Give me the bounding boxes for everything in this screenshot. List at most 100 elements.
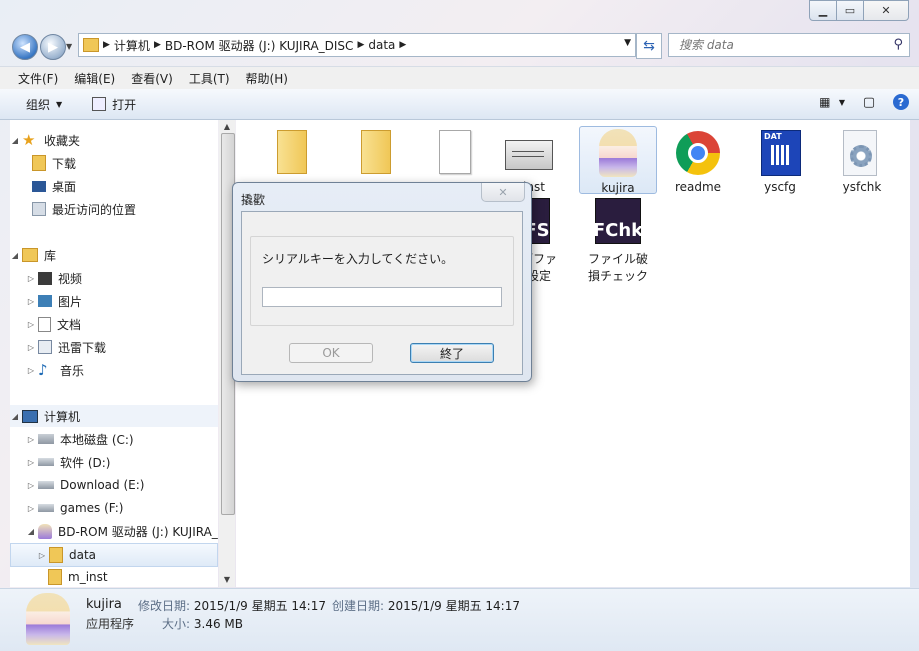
chevron-down-icon[interactable]: ▼ xyxy=(839,98,845,107)
menu-help[interactable]: 帮助(H) xyxy=(246,70,288,87)
breadcrumb-data[interactable]: data xyxy=(368,38,395,52)
maximize-icon: ▭ xyxy=(844,4,856,17)
navigation-pane: ◢ ★ 收藏夹 下载 桌面 最近访问的位置 ◢ 库 ▷ 视频 ▷ 图片 ▷ 文档… xyxy=(10,120,218,587)
sidebar-label: 本地磁盘 (C:) xyxy=(60,432,134,447)
file-label: kujira xyxy=(601,181,635,195)
sidebar-label: Download (E:) xyxy=(60,478,145,492)
sidebar-computer[interactable]: ◢ 计算机 xyxy=(10,405,218,427)
back-button[interactable]: ◀ xyxy=(12,34,38,60)
collapse-arrow-icon[interactable]: ▷ xyxy=(26,504,36,513)
close-icon: ✕ xyxy=(881,4,891,17)
sidebar-item-drive-j[interactable]: ◢ BD-ROM 驱动器 (J:) KUJIRA_ xyxy=(26,520,218,542)
close-button[interactable]: ✕ xyxy=(863,0,909,21)
collapse-arrow-icon[interactable]: ▷ xyxy=(37,551,47,560)
menu-edit[interactable]: 编辑(E) xyxy=(74,70,115,87)
breadcrumb-bd-rom[interactable]: BD-ROM 驱动器 (J:) KUJIRA_DISC xyxy=(165,37,354,54)
open-label: 打开 xyxy=(112,97,137,112)
details-file-type: 应用程序 xyxy=(86,617,135,631)
view-options-icon[interactable]: ▦ xyxy=(817,94,833,110)
menu-tools[interactable]: 工具(T) xyxy=(189,70,230,87)
sidebar-label: 下载 xyxy=(52,156,77,171)
collapse-arrow-icon[interactable]: ▷ xyxy=(26,343,36,352)
menu-view[interactable]: 查看(V) xyxy=(131,70,173,87)
scroll-down-icon[interactable]: ▼ xyxy=(219,575,235,584)
sidebar-item-desktop[interactable]: 桌面 xyxy=(30,175,76,197)
disc-app-icon xyxy=(38,523,52,539)
menu-bar: 文件(F) 编辑(E) 查看(V) 工具(T) 帮助(H) xyxy=(0,66,919,90)
sidebar-item-pictures[interactable]: ▷ 图片 xyxy=(26,290,82,312)
collapse-arrow-icon[interactable]: ▷ xyxy=(26,297,36,306)
sidebar-item-data[interactable]: ▷ data xyxy=(10,543,218,567)
file-label: ファイル破 xyxy=(587,252,648,266)
file-item[interactable] xyxy=(416,128,492,180)
explorer-window: ▁ ▭ ✕ ◀ ▶ ▼ ▶ 计算机 ▶ BD-ROM 驱动器 (J:) KUJI… xyxy=(0,0,919,651)
sidebar-item-drive-f[interactable]: ▷ games (F:) xyxy=(26,497,124,519)
sidebar-item-m-inst[interactable]: m_inst xyxy=(46,566,108,587)
open-button[interactable]: 打开 xyxy=(92,96,136,113)
address-dropdown-button[interactable]: ▼ xyxy=(624,38,631,48)
sidebar-item-drive-c[interactable]: ▷ 本地磁盘 (C:) xyxy=(26,428,134,450)
sidebar-item-drive-d[interactable]: ▷ 软件 (D:) xyxy=(26,451,111,473)
menu-file[interactable]: 文件(F) xyxy=(18,70,58,87)
file-item-yscfg[interactable]: DAT yscfg xyxy=(742,128,818,194)
collapse-arrow-icon[interactable]: ▷ xyxy=(26,458,36,467)
sidebar-libraries[interactable]: ◢ 库 xyxy=(10,244,56,266)
collapse-arrow-icon[interactable]: ▷ xyxy=(26,320,36,329)
hard-drive-icon xyxy=(38,504,54,512)
minimize-button[interactable]: ▁ xyxy=(809,0,837,21)
file-label: 損チェック xyxy=(587,269,648,283)
collapse-arrow-icon[interactable]: ▷ xyxy=(26,366,36,375)
file-item-readme[interactable]: readme xyxy=(660,128,736,194)
expand-arrow-icon[interactable]: ◢ xyxy=(10,251,20,260)
sidebar-item-videos[interactable]: ▷ 视频 xyxy=(26,267,82,289)
search-input[interactable] xyxy=(677,37,881,53)
desktop-icon xyxy=(32,180,46,192)
folder-item[interactable] xyxy=(332,128,408,180)
sidebar-favorites[interactable]: ◢ ★ 收藏夹 xyxy=(10,129,80,151)
folder-item[interactable] xyxy=(248,128,324,180)
collapse-arrow-icon[interactable]: ▷ xyxy=(26,435,36,444)
sidebar-item-music[interactable]: ▷ ♪ 音乐 xyxy=(26,359,84,381)
sidebar-item-drive-e[interactable]: ▷ Download (E:) xyxy=(26,474,145,496)
expand-arrow-icon[interactable]: ◢ xyxy=(10,136,20,145)
hard-drive-icon xyxy=(38,458,54,466)
refresh-button[interactable]: ⇆ xyxy=(636,33,662,59)
sidebar-label: 图片 xyxy=(58,294,83,309)
details-pane: kujira 应用程序 修改日期: 2015/1/9 星期五 14:17 创建日… xyxy=(0,588,919,651)
folder-icon xyxy=(49,547,63,563)
sidebar-item-recent[interactable]: 最近访问的位置 xyxy=(30,198,136,220)
dat-file-icon: DAT xyxy=(755,128,805,178)
recent-pages-dropdown[interactable]: ▼ xyxy=(66,42,72,51)
sidebar-item-xunlei[interactable]: ▷ 迅雷下载 xyxy=(26,336,106,358)
organize-button[interactable]: 组织 ▼ xyxy=(26,96,62,113)
installer-icon xyxy=(503,128,553,178)
breadcrumb-computer[interactable]: 计算机 xyxy=(114,37,150,54)
ok-button[interactable]: OK xyxy=(289,343,373,363)
collapse-arrow-icon[interactable]: ▷ xyxy=(26,274,36,283)
collapse-arrow-icon[interactable]: ▷ xyxy=(26,481,36,490)
command-bar: 组织 ▼ 打开 ▦ ▼ ▢ ? xyxy=(0,89,919,120)
address-bar[interactable]: ▶ 计算机 ▶ BD-ROM 驱动器 (J:) KUJIRA_DISC ▶ da… xyxy=(78,33,636,57)
details-file-name: kujira xyxy=(86,597,122,612)
preview-pane-icon[interactable]: ▢ xyxy=(861,94,877,110)
expand-arrow-icon[interactable]: ◢ xyxy=(10,412,20,421)
library-icon xyxy=(22,248,38,262)
document-icon xyxy=(429,128,479,178)
folder-icon xyxy=(261,128,311,178)
forward-button[interactable]: ▶ xyxy=(40,34,66,60)
star-icon: ★ xyxy=(22,131,36,149)
fchk-glyph: FChk xyxy=(592,220,644,241)
maximize-button[interactable]: ▭ xyxy=(836,0,864,21)
help-button[interactable]: ? xyxy=(893,94,909,110)
dialog-close-button[interactable]: ✕ xyxy=(481,183,525,202)
sidebar-item-documents[interactable]: ▷ 文档 xyxy=(26,313,81,335)
file-item-fchk[interactable]: FChk ファイル破 損チェック xyxy=(580,198,656,284)
expand-arrow-icon[interactable]: ◢ xyxy=(26,527,36,536)
serial-key-input[interactable] xyxy=(262,287,502,307)
scroll-up-icon[interactable]: ▲ xyxy=(219,122,235,131)
file-item-ysfchk[interactable]: ysfchk xyxy=(824,128,900,194)
exit-button[interactable]: 終了 xyxy=(410,343,494,363)
sidebar-item-downloads[interactable]: 下载 xyxy=(30,152,76,174)
search-icon[interactable]: ⚲ xyxy=(893,37,903,52)
file-item-kujira[interactable]: kujira xyxy=(579,126,657,195)
